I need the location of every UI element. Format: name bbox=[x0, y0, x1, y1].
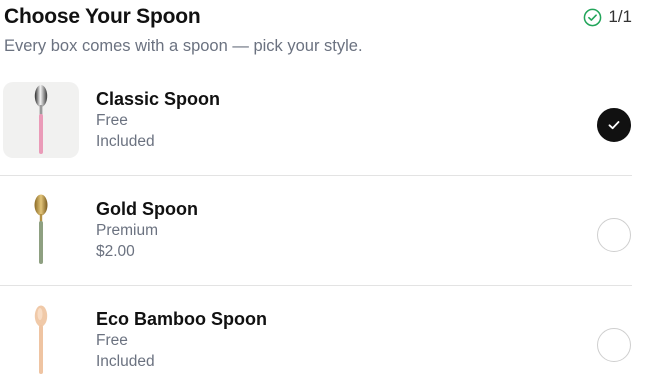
bamboo-spoon-icon bbox=[34, 305, 48, 374]
select-radio-classic[interactable] bbox=[597, 108, 631, 142]
option-classic-spoon[interactable]: Classic Spoon Free Included bbox=[0, 66, 632, 176]
bamboo-spoon-thumbnail bbox=[3, 302, 79, 378]
option-info: Eco Bamboo Spoon Free Included bbox=[96, 308, 267, 372]
option-info: Classic Spoon Free Included bbox=[96, 88, 220, 152]
option-tier: Free bbox=[96, 112, 128, 129]
spoon-selection-page: Choose Your Spoon 1/1 Every box comes wi… bbox=[0, 0, 662, 382]
header: Choose Your Spoon 1/1 bbox=[4, 2, 632, 32]
option-eco-bamboo-spoon[interactable]: Eco Bamboo Spoon Free Included bbox=[0, 286, 632, 382]
option-tier: Premium bbox=[96, 222, 159, 239]
option-name: Eco Bamboo Spoon bbox=[96, 309, 267, 329]
check-circle-icon bbox=[584, 8, 602, 26]
classic-spoon-icon bbox=[34, 85, 48, 154]
option-gold-spoon[interactable]: Gold Spoon Premium $2.00 bbox=[0, 176, 632, 286]
option-price: Included bbox=[96, 353, 155, 370]
option-info: Gold Spoon Premium $2.00 bbox=[96, 198, 198, 262]
classic-spoon-thumbnail bbox=[3, 82, 79, 158]
option-name: Gold Spoon bbox=[96, 199, 198, 219]
option-name: Classic Spoon bbox=[96, 89, 221, 109]
page-title: Choose Your Spoon bbox=[4, 5, 201, 28]
option-tier: Free bbox=[96, 332, 128, 349]
select-radio-bamboo[interactable] bbox=[597, 328, 631, 362]
select-radio-gold[interactable] bbox=[597, 218, 631, 252]
progress-count: 1/1 bbox=[608, 7, 632, 26]
option-price: Included bbox=[96, 133, 155, 150]
spoon-options-list: Classic Spoon Free Included Gold Spoon P… bbox=[0, 66, 662, 382]
option-price: $2.00 bbox=[96, 243, 135, 260]
gold-spoon-icon bbox=[34, 194, 48, 264]
gold-spoon-thumbnail bbox=[3, 192, 79, 268]
progress-indicator: 1/1 bbox=[583, 7, 632, 27]
checkmark-icon bbox=[608, 121, 620, 130]
page-subtitle: Every box comes with a spoon — pick your… bbox=[4, 37, 363, 55]
